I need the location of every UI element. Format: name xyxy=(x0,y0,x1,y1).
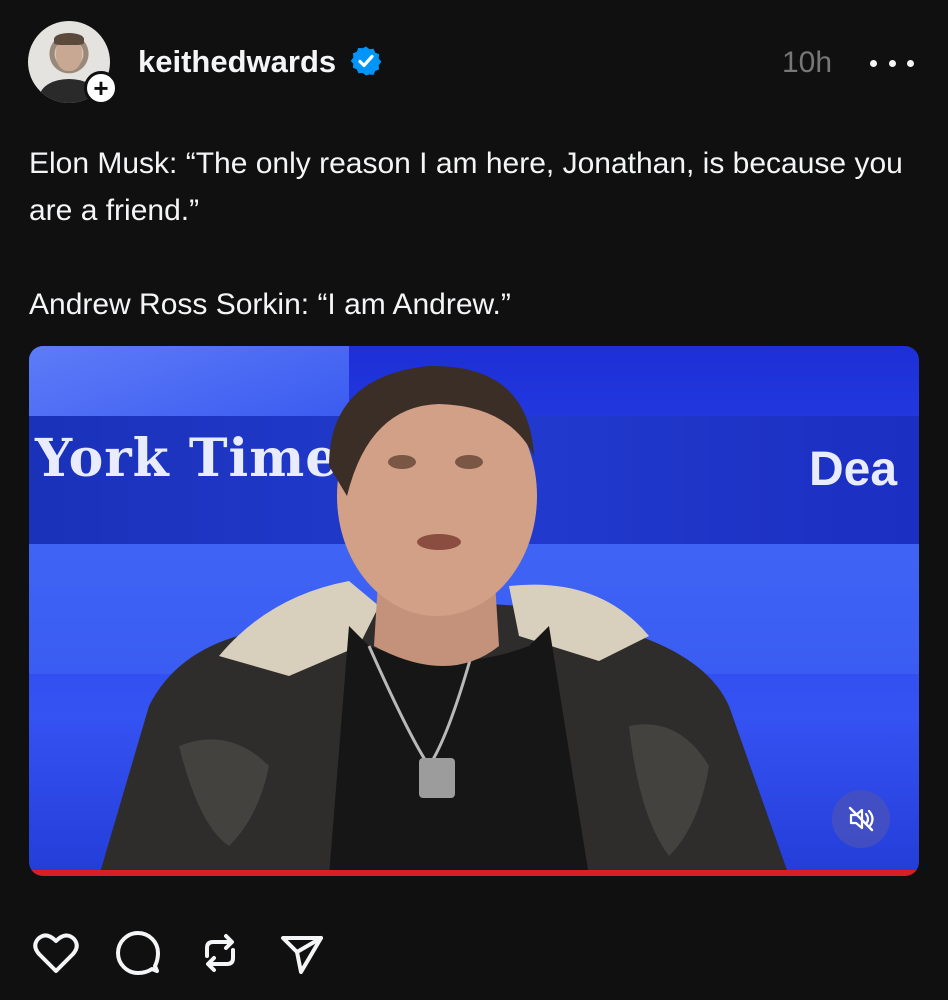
comment-icon xyxy=(116,931,160,975)
follow-plus-button[interactable]: + xyxy=(84,71,118,105)
more-options-button[interactable] xyxy=(870,48,914,78)
repost-icon xyxy=(205,934,235,972)
video-progress-line xyxy=(29,870,919,876)
like-button[interactable] xyxy=(30,929,82,977)
post-timestamp: 10h xyxy=(782,46,833,79)
comment-button[interactable] xyxy=(112,929,164,977)
send-icon xyxy=(281,936,323,974)
author-username[interactable]: keithedwards xyxy=(138,44,336,80)
plus-icon: + xyxy=(93,73,109,103)
muted-speaker-icon xyxy=(848,806,874,832)
share-button[interactable] xyxy=(276,929,328,977)
video-player[interactable]: York Times Dea xyxy=(29,346,919,876)
post-actions-bar xyxy=(30,928,328,978)
caption-line: Elon Musk: “The only reason I am here, J… xyxy=(29,147,903,227)
speaker-figure xyxy=(99,365,789,876)
thread-post: + keithedwards 10h Elon Musk: “The only … xyxy=(0,0,948,1000)
mute-toggle-button[interactable] xyxy=(832,790,890,848)
verified-badge-icon xyxy=(350,46,382,76)
heart-icon xyxy=(33,933,79,973)
avatar-hair xyxy=(54,33,84,45)
more-options-icon-dot xyxy=(888,59,896,67)
more-options-icon-dot xyxy=(907,59,914,67)
author-avatar[interactable]: + xyxy=(28,21,118,105)
caption-line: Andrew Ross Sorkin: “I am Andrew.” xyxy=(29,288,511,321)
post-caption: Elon Musk: “The only reason I am here, J… xyxy=(29,140,919,328)
repost-button[interactable] xyxy=(194,929,246,977)
more-options-icon xyxy=(870,59,877,67)
